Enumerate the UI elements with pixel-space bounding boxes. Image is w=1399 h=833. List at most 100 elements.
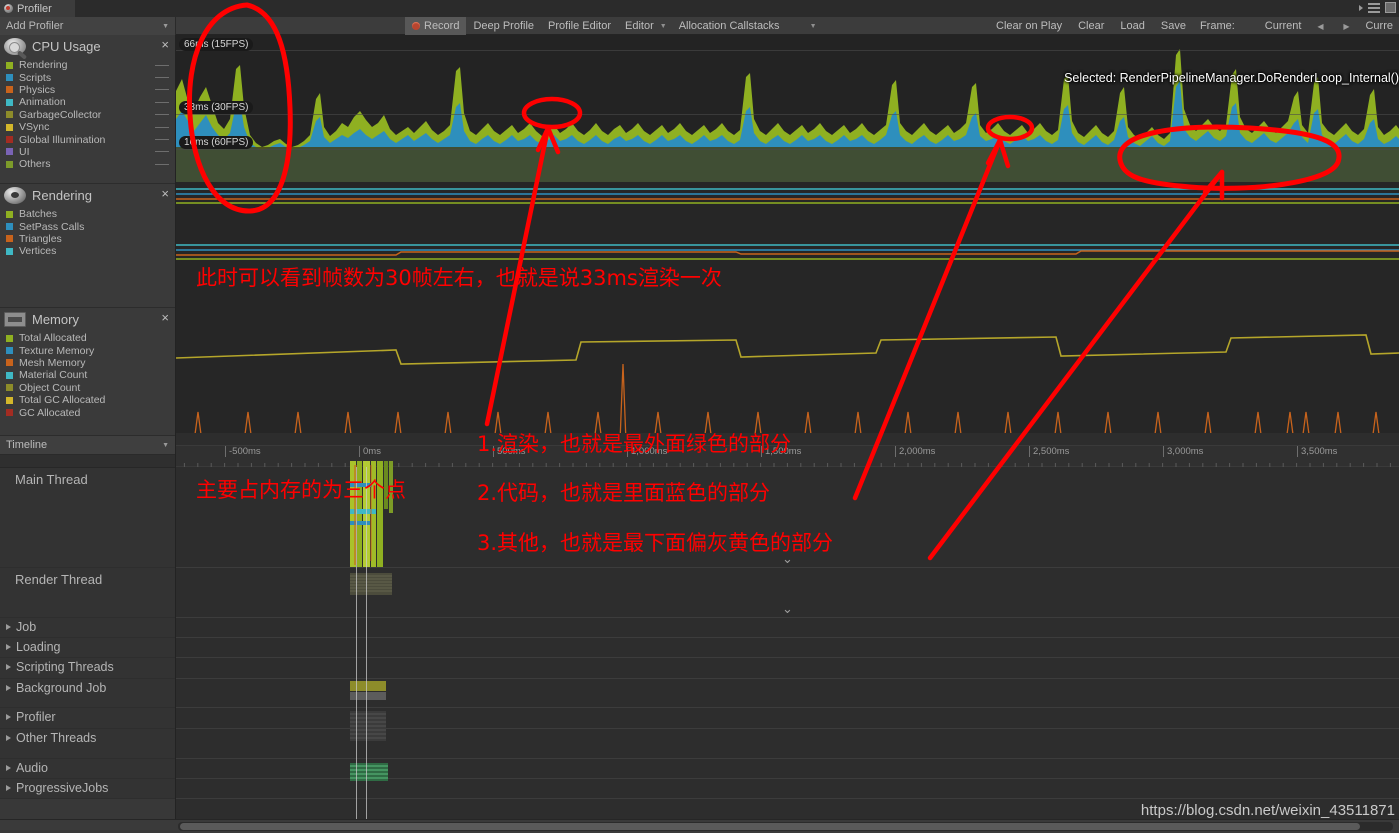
rendering-icon — [4, 186, 26, 204]
charts-area: 66ms (15FPS) 33ms (30FPS) 16ms (60FPS) S… — [175, 35, 1399, 456]
profile-editor-button[interactable]: Profile Editor — [541, 17, 618, 35]
expand-triangle-icon[interactable] — [6, 785, 11, 791]
thread-row-main-thread[interactable]: Main Thread — [0, 468, 175, 568]
thread-row-render-thread[interactable]: Render Thread — [0, 568, 175, 618]
legend-item[interactable]: VSync — [6, 121, 175, 133]
legend-item[interactable]: Global Illumination — [6, 133, 175, 146]
tab-profiler[interactable]: Profiler — [0, 0, 75, 17]
thread-row-audio[interactable]: Audio — [0, 759, 175, 779]
module-cpu-usage-header[interactable]: CPU Usage × — [0, 35, 175, 57]
expand-triangle-icon[interactable] — [6, 685, 11, 691]
expand-triangle-icon[interactable] — [6, 624, 11, 630]
expand-triangle-icon[interactable] — [6, 735, 11, 741]
close-icon[interactable]: × — [161, 311, 169, 324]
load-button[interactable]: Load — [1112, 17, 1152, 35]
thread-row-profiler[interactable]: Profiler — [0, 708, 175, 729]
profiler-icon — [4, 4, 13, 13]
record-button[interactable]: Record — [405, 17, 467, 35]
legend-item[interactable]: Rendering — [6, 59, 175, 71]
profiler-toolbar: Add Profiler ▼ Record Deep Profile Profi… — [0, 17, 1399, 35]
legend-label: Animation — [19, 96, 66, 109]
save-button[interactable]: Save — [1153, 17, 1194, 35]
legend-item[interactable]: Material Count — [6, 369, 175, 381]
close-icon[interactable]: × — [161, 187, 169, 200]
module-rendering: Rendering × Batches SetPass Calls Triang… — [0, 184, 175, 308]
thread-row-scripting-threads[interactable]: Scripting Threads — [0, 658, 175, 679]
watermark-url: https://blog.csdn.net/weixin_43511871 — [1140, 802, 1395, 819]
deep-profile-button[interactable]: Deep Profile — [466, 17, 541, 35]
legend-item[interactable]: Mesh Memory — [6, 357, 175, 369]
bottom-bar — [0, 819, 1399, 833]
legend-item[interactable]: UI — [6, 146, 175, 158]
legend-label: GC Allocated — [19, 406, 81, 419]
timeline-view-dropdown[interactable]: Timeline ▼ — [0, 436, 175, 455]
legend-swatch — [6, 247, 13, 255]
legend-swatch — [6, 136, 13, 144]
horizontal-scrollbar[interactable] — [178, 822, 1393, 831]
legend-item[interactable]: GC Allocated — [6, 406, 175, 419]
close-icon[interactable]: × — [161, 38, 169, 51]
chevron-down-icon[interactable]: ⌄ — [782, 601, 793, 617]
maximize-icon[interactable] — [1385, 2, 1396, 13]
dropdown-arrow-icon[interactable] — [1359, 4, 1363, 11]
legend-sparkline — [155, 139, 169, 141]
annotation-item-1: 1.渲染，也就是最外面绿色的部分 — [477, 432, 792, 456]
legend-label: UI — [19, 145, 30, 158]
allocation-callstacks-dropdown[interactable]: Allocation Callstacks ▼ — [672, 17, 822, 35]
legend-item[interactable]: Total Allocated — [6, 332, 175, 344]
clear-button[interactable]: Clear — [1070, 17, 1112, 35]
legend-label: Mesh Memory — [19, 356, 86, 369]
timeline-view-label: Timeline — [6, 439, 48, 451]
add-profiler-dropdown[interactable]: Add Profiler ▼ — [0, 17, 176, 35]
legend-item[interactable]: Total GC Allocated — [6, 394, 175, 406]
expand-triangle-icon[interactable] — [6, 765, 11, 771]
legend-swatch — [6, 235, 13, 243]
thread-label: Render Thread — [15, 572, 103, 587]
expand-triangle-icon[interactable] — [6, 714, 11, 720]
thread-label: Other Threads — [16, 731, 97, 745]
legend-label: Object Count — [19, 381, 81, 394]
legend-label: Batches — [19, 208, 57, 221]
editor-dropdown[interactable]: Editor ▼ — [618, 17, 672, 35]
legend-item[interactable]: Vertices — [6, 245, 175, 257]
legend-item[interactable]: Animation — [6, 96, 175, 108]
legend-item[interactable]: Scripts — [6, 71, 175, 84]
thread-row-background-job[interactable]: Background Job — [0, 679, 175, 708]
legend-item[interactable]: Texture Memory — [6, 344, 175, 357]
legend-sparkline — [155, 101, 169, 103]
thread-row-progressivejobs[interactable]: ProgressiveJobs — [0, 779, 175, 799]
legend-item[interactable]: Others — [6, 158, 175, 170]
record-label: Record — [424, 20, 460, 32]
thread-row-job[interactable]: Job — [0, 618, 175, 638]
legend-item[interactable]: Object Count — [6, 382, 175, 394]
module-memory-header[interactable]: Memory × — [0, 308, 175, 330]
legend-sparkline — [155, 151, 169, 153]
annotation-item-3: 3.其他，也就是最下面偏灰黄色的部分 — [477, 531, 834, 555]
legend-label: Texture Memory — [19, 344, 95, 357]
legend-item[interactable]: SetPass Calls — [6, 220, 175, 233]
expand-triangle-icon[interactable] — [6, 644, 11, 650]
clear-on-play-button[interactable]: Clear on Play — [988, 17, 1070, 35]
legend-sparkline — [155, 89, 169, 91]
chevron-down-icon: ▼ — [659, 22, 667, 30]
allocation-callstacks-label: Allocation Callstacks — [678, 20, 780, 32]
legend-item[interactable]: Batches — [6, 208, 175, 220]
thread-row-other-threads[interactable]: Other Threads — [0, 729, 175, 759]
module-sidebar: CPU Usage × Rendering Scripts Physics An… — [0, 35, 176, 833]
next-frame-button[interactable]: ▶ — [1333, 17, 1359, 35]
module-cpu-usage: CPU Usage × Rendering Scripts Physics An… — [0, 35, 175, 184]
hamburger-icon[interactable] — [1368, 2, 1380, 13]
current-frame-button[interactable]: Curre — [1359, 17, 1399, 35]
timeline-playhead-end[interactable] — [366, 467, 367, 833]
cpu-usage-chart[interactable]: 66ms (15FPS) 33ms (30FPS) 16ms (60FPS) S… — [176, 35, 1399, 182]
legend-label: Total Allocated — [19, 332, 87, 345]
legend-item[interactable]: Physics — [6, 84, 175, 96]
legend-item[interactable]: Triangles — [6, 233, 175, 245]
module-rendering-header[interactable]: Rendering × — [0, 184, 175, 206]
prev-frame-button[interactable]: ◀ — [1307, 17, 1333, 35]
thread-row-loading[interactable]: Loading — [0, 638, 175, 658]
timeline-playhead[interactable] — [356, 467, 357, 833]
toolbar-left-group: Record Deep Profile Profile Editor Edito… — [405, 17, 822, 35]
legend-item[interactable]: GarbageCollector — [6, 109, 175, 121]
expand-triangle-icon[interactable] — [6, 664, 11, 670]
